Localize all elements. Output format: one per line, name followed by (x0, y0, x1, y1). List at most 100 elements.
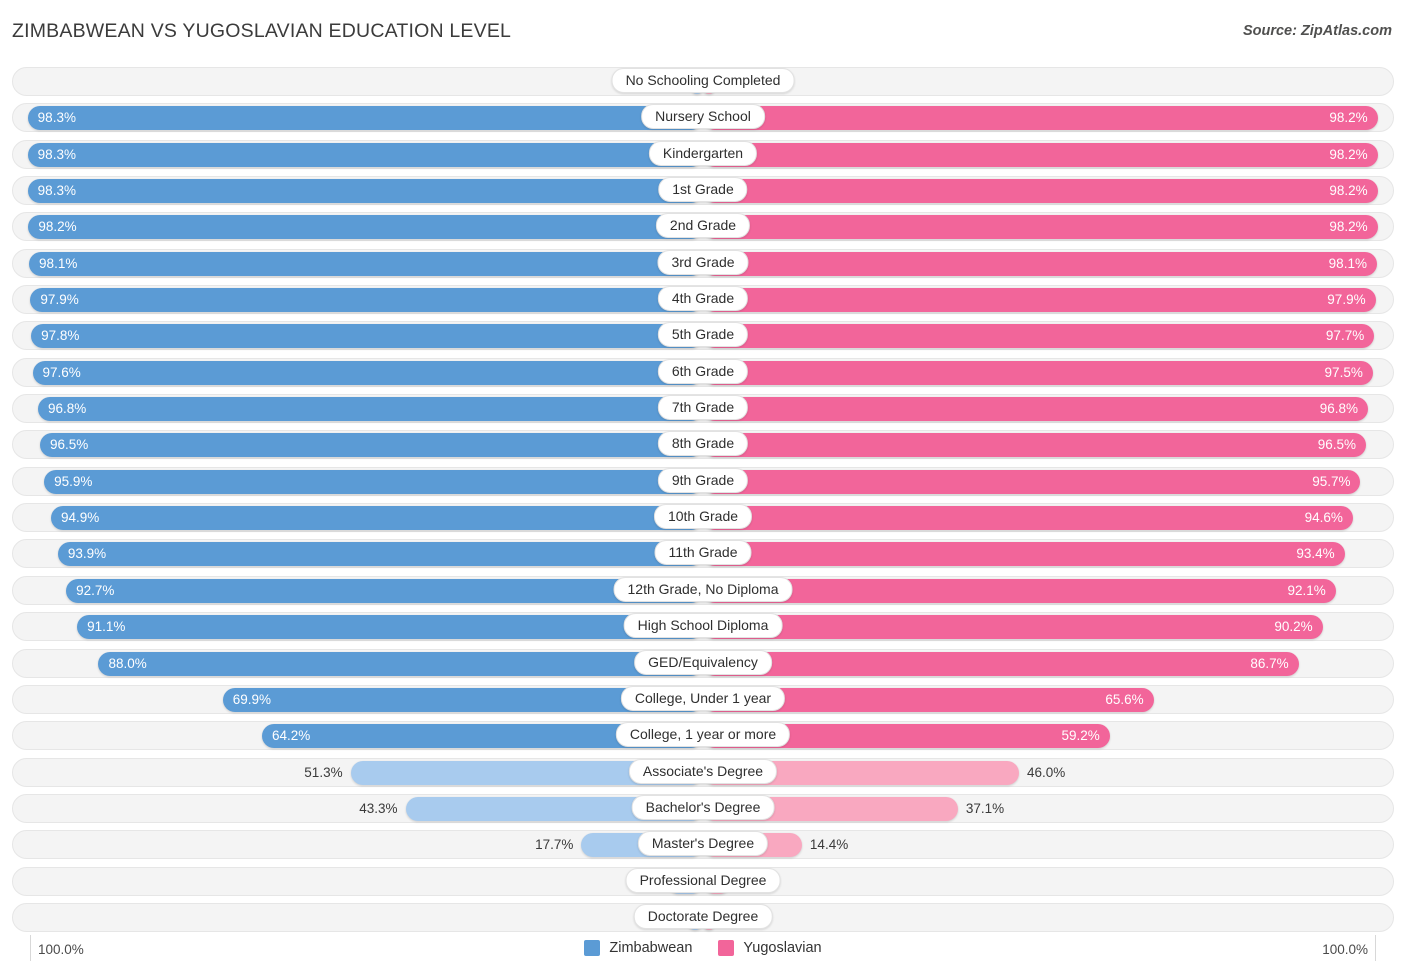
category-label[interactable]: Master's Degree (637, 831, 769, 857)
bar-yugoslavian[interactable] (703, 433, 1366, 458)
category-label[interactable]: 8th Grade (657, 431, 749, 457)
bar-zimbabwean[interactable] (30, 288, 703, 313)
right-series-area: 65.6% (703, 687, 1390, 712)
bar-yugoslavian[interactable] (703, 469, 1361, 494)
category-label[interactable]: 3rd Grade (657, 249, 749, 275)
category-label[interactable]: 12th Grade, No Diploma (613, 576, 793, 602)
value-label-zimbabwean: 51.3% (304, 764, 343, 780)
left-series-area: 98.2% (16, 215, 703, 240)
left-series-area: 98.3% (16, 142, 703, 167)
category-label[interactable]: Bachelor's Degree (631, 794, 775, 820)
category-label[interactable]: Kindergarten (648, 140, 758, 166)
bar-zimbabwean[interactable] (66, 578, 703, 603)
category-label[interactable]: 4th Grade (657, 286, 749, 312)
bar-yugoslavian[interactable] (703, 142, 1378, 167)
value-label-yugoslavian: 59.2% (1061, 728, 1100, 744)
value-label-zimbabwean: 69.9% (232, 691, 272, 707)
right-series-area: 96.5% (703, 433, 1390, 458)
bar-yugoslavian[interactable] (703, 360, 1373, 385)
right-series-area: 37.1% (703, 796, 1390, 821)
value-label-zimbabwean: 88.0% (108, 655, 147, 671)
category-label[interactable]: 11th Grade (654, 540, 752, 566)
chart-row: 95.9% 95.7% 9th Grade (0, 464, 1406, 500)
bar-zimbabwean[interactable] (27, 179, 703, 204)
category-label[interactable]: Doctorate Degree (633, 903, 773, 929)
bar-yugoslavian[interactable] (703, 106, 1378, 131)
right-series-area: 97.9% (703, 288, 1390, 313)
value-label-zimbabwean: 98.1% (39, 255, 78, 271)
category-label[interactable]: High School Diploma (623, 613, 783, 639)
category-label[interactable]: No Schooling Completed (611, 68, 795, 93)
value-label-zimbabwean: 97.6% (42, 364, 81, 380)
bar-zimbabwean[interactable] (37, 397, 703, 422)
category-label[interactable]: 7th Grade (657, 395, 749, 421)
value-label-yugoslavian: 96.8% (1319, 401, 1359, 417)
category-label[interactable]: GED/Equivalency (634, 649, 772, 675)
legend-swatch-icon (718, 940, 735, 956)
bar-yugoslavian[interactable] (703, 288, 1376, 313)
category-label[interactable]: 5th Grade (657, 322, 749, 348)
category-label[interactable]: Associate's Degree (628, 758, 778, 784)
value-label-zimbabwean: 96.8% (47, 401, 87, 417)
value-label-yugoslavian: 97.5% (1324, 364, 1363, 380)
bar-zimbabwean[interactable] (31, 324, 703, 349)
bar-yugoslavian[interactable] (703, 651, 1299, 676)
right-series-area: 1.7% (703, 905, 1390, 930)
chart-footer: 100.0% 100.0% Zimbabwean Yugoslavian (0, 935, 1406, 975)
left-series-area: 98.1% (16, 251, 703, 276)
bar-zimbabwean[interactable] (98, 651, 703, 676)
left-series-area: 98.3% (16, 179, 703, 204)
left-series-area: 43.3% (16, 796, 703, 821)
left-series-area: 94.9% (16, 506, 703, 531)
category-label[interactable]: College, Under 1 year (620, 685, 786, 711)
bar-zimbabwean[interactable] (29, 251, 703, 276)
bar-yugoslavian[interactable] (703, 215, 1378, 240)
value-label-yugoslavian: 97.7% (1325, 328, 1365, 344)
chart-row: 96.5% 96.5% 8th Grade (0, 427, 1406, 463)
bar-yugoslavian[interactable] (703, 542, 1345, 567)
category-label[interactable]: 2nd Grade (655, 213, 751, 239)
left-series-area: 97.6% (16, 360, 703, 385)
chart-page: ZIMBABWEAN VS YUGOSLAVIAN EDUCATION LEVE… (0, 0, 1406, 975)
bar-zimbabwean[interactable] (44, 469, 703, 494)
value-label-zimbabwean: 96.5% (50, 437, 89, 453)
bar-zimbabwean[interactable] (32, 360, 703, 385)
right-series-area: 14.4% (703, 833, 1390, 858)
bar-zimbabwean[interactable] (27, 142, 703, 167)
legend-item-zimbabwean[interactable]: Zimbabwean (584, 940, 692, 956)
chart-row: 17.7% 14.4% Master's Degree (0, 827, 1406, 863)
value-label-yugoslavian: 97.9% (1327, 292, 1366, 308)
bar-zimbabwean[interactable] (28, 215, 703, 240)
bar-yugoslavian[interactable] (703, 506, 1353, 531)
bar-yugoslavian[interactable] (703, 397, 1369, 422)
bar-zimbabwean[interactable] (57, 542, 703, 567)
chart-row: 97.6% 97.5% 6th Grade (0, 355, 1406, 391)
bar-zimbabwean[interactable] (27, 106, 703, 131)
category-label[interactable]: 10th Grade (653, 504, 753, 530)
bar-yugoslavian[interactable] (703, 179, 1378, 204)
legend-item-yugoslavian[interactable]: Yugoslavian (718, 940, 822, 956)
value-label-yugoslavian: 98.2% (1329, 110, 1368, 126)
value-label-zimbabwean: 97.8% (41, 328, 80, 344)
category-label[interactable]: Professional Degree (625, 867, 781, 893)
category-label[interactable]: College, 1 year or more (615, 722, 791, 748)
value-label-zimbabwean: 17.7% (535, 837, 574, 853)
chart-row: 94.9% 94.6% 10th Grade (0, 500, 1406, 536)
category-label[interactable]: 9th Grade (657, 467, 749, 493)
bar-zimbabwean[interactable] (77, 615, 703, 640)
left-series-area: 64.2% (16, 724, 703, 749)
chart-row: 51.3% 46.0% Associate's Degree (0, 755, 1406, 791)
left-series-area: 1.7% (16, 70, 703, 94)
bar-yugoslavian[interactable] (703, 251, 1377, 276)
page-title: ZIMBABWEAN VS YUGOSLAVIAN EDUCATION LEVE… (12, 20, 512, 42)
left-series-area: 92.7% (16, 578, 703, 603)
bar-zimbabwean[interactable] (40, 433, 703, 458)
category-label[interactable]: 6th Grade (657, 358, 749, 384)
bar-yugoslavian[interactable] (703, 578, 1336, 603)
bar-zimbabwean[interactable] (51, 506, 703, 531)
bar-yugoslavian[interactable] (703, 615, 1323, 640)
bar-yugoslavian[interactable] (703, 324, 1375, 349)
category-label[interactable]: Nursery School (641, 104, 765, 130)
value-label-yugoslavian: 90.2% (1274, 619, 1313, 635)
category-label[interactable]: 1st Grade (658, 177, 748, 203)
